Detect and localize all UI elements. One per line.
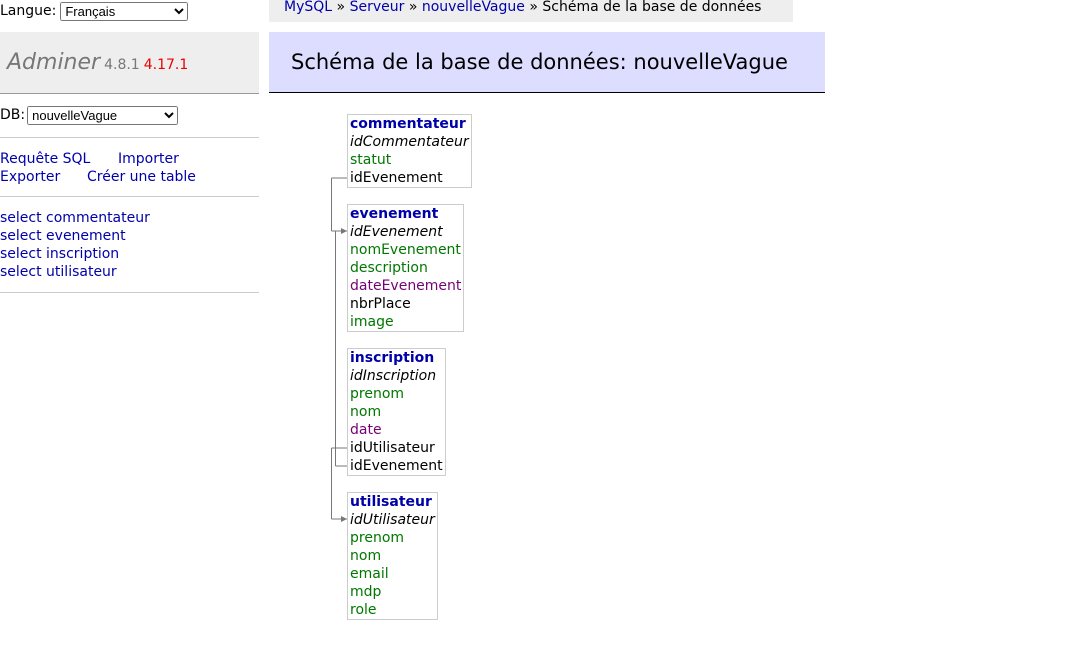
column: role	[350, 602, 377, 618]
column: nomEvenement	[350, 242, 461, 258]
column: idUtilisateur	[350, 440, 435, 456]
breadcrumb-sep: »	[408, 0, 418, 15]
app-version: 4.8.1	[104, 57, 140, 73]
column: nom	[350, 548, 382, 564]
table-name[interactable]: commentateur	[350, 115, 469, 133]
column: dateEvenement	[350, 278, 462, 294]
column: idEvenement	[350, 458, 443, 474]
column: nom	[350, 404, 382, 420]
table-name[interactable]: utilisateur	[350, 493, 435, 511]
export-link[interactable]: Exporter	[0, 168, 87, 186]
breadcrumb-current: Schéma de la base de données	[542, 0, 762, 15]
schema-table-commentateur[interactable]: commentateur idCommentateur statut idEve…	[347, 114, 472, 188]
sidebar: Adminer 4.8.1 4.17.1 DB: nouvelleVague Requ…	[0, 32, 259, 293]
action-links: Requête SQL Importer Exporter Créer une ta…	[0, 138, 259, 197]
breadcrumb-sep: »	[336, 0, 346, 15]
column: statut	[350, 152, 392, 168]
sql-command-link[interactable]: Requête SQL	[0, 150, 118, 168]
schema-table-inscription[interactable]: inscription idInscription prenom nom dat…	[347, 348, 446, 476]
db-selector-row: DB: nouvelleVague	[0, 94, 259, 138]
column: description	[350, 260, 428, 276]
import-link[interactable]: Importer	[118, 150, 179, 168]
new-version-link[interactable]: 4.17.1	[144, 57, 189, 73]
db-select[interactable]: nouvelleVague	[27, 105, 179, 125]
table-link-inscription[interactable]: select inscription	[0, 245, 259, 263]
breadcrumb-database[interactable]: nouvelleVague	[422, 0, 525, 15]
table-name[interactable]: inscription	[350, 349, 443, 367]
column: image	[350, 314, 394, 330]
column-pk: idInscription	[350, 368, 437, 384]
table-link-evenement[interactable]: select evenement	[0, 227, 259, 245]
table-link-utilisateur[interactable]: select utilisateur	[0, 263, 259, 281]
breadcrumb-server[interactable]: Serveur	[350, 0, 405, 15]
column: mdp	[350, 584, 382, 600]
brand: Adminer 4.8.1 4.17.1	[0, 32, 259, 94]
table-list: select commentateur select evenement sel…	[0, 197, 259, 293]
page-title: Schéma de la base de données: nouvelleVa…	[269, 32, 825, 93]
table-name[interactable]: evenement	[350, 205, 461, 223]
column-pk: idCommentateur	[350, 134, 469, 150]
column: email	[350, 566, 389, 582]
schema-table-evenement[interactable]: evenement idEvenement nomEvenement descr…	[347, 204, 465, 332]
breadcrumb-sep: »	[529, 0, 538, 15]
column-pk: idUtilisateur	[350, 512, 435, 528]
create-table-link[interactable]: Créer une table	[87, 168, 196, 186]
app-name-link[interactable]: Adminer	[7, 50, 100, 75]
column: nbrPlace	[350, 296, 411, 312]
column: prenom	[350, 386, 405, 402]
schema-table-utilisateur[interactable]: utilisateur idUtilisateur prenom nom ema…	[347, 492, 438, 620]
table-link-commentateur[interactable]: select commentateur	[0, 209, 259, 227]
breadcrumb-mysql[interactable]: MySQL	[284, 0, 332, 15]
column: idEvenement	[350, 170, 443, 186]
column: date	[350, 422, 382, 438]
db-label: DB:	[0, 107, 26, 123]
breadcrumb: MySQL » Serveur » nouvelleVague » Schéma…	[269, 0, 793, 22]
column-pk: idEvenement	[350, 224, 443, 240]
language-select[interactable]: Français	[60, 1, 189, 21]
language-bar: Langue: Français	[0, 0, 189, 22]
language-label: Langue:	[0, 3, 57, 19]
column: prenom	[350, 530, 405, 546]
